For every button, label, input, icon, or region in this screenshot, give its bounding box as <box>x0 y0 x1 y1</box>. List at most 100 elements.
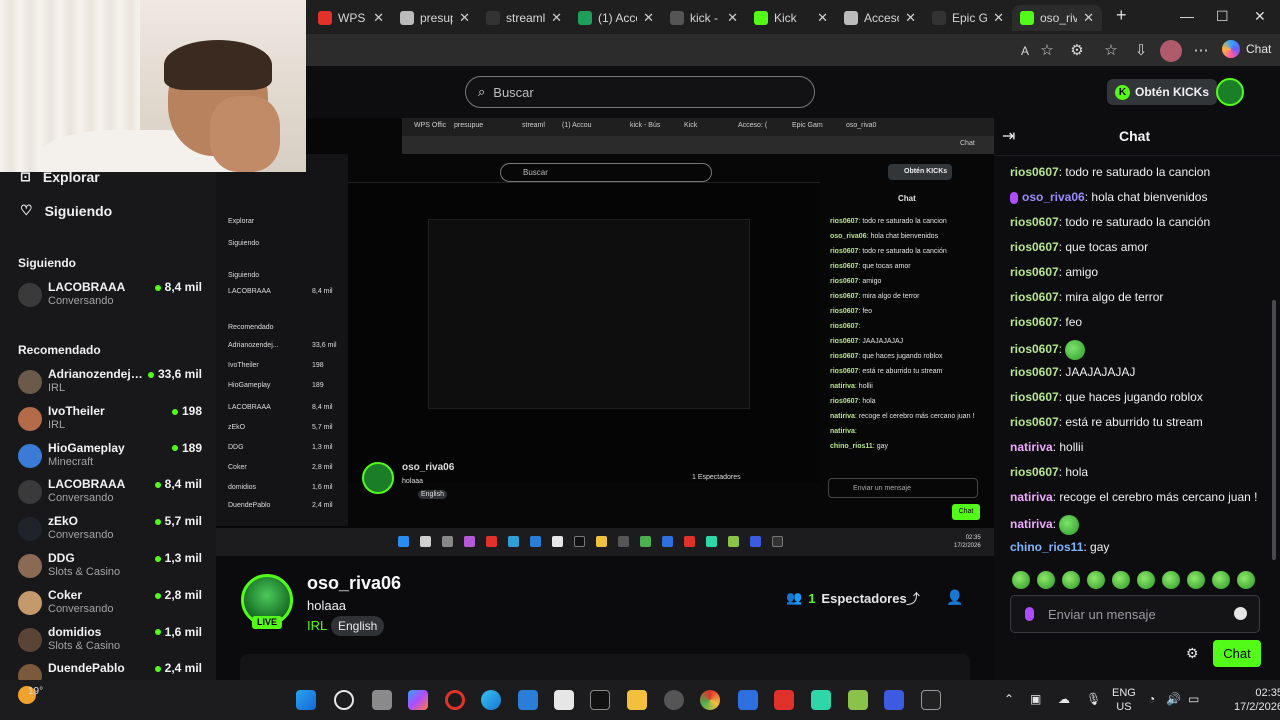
collapse-chat-icon[interactable]: ⇥ <box>1002 126 1015 146</box>
favorites-icon[interactable]: ☆ <box>1102 42 1120 60</box>
wps-icon[interactable] <box>774 690 794 710</box>
emote-icon[interactable] <box>1187 571 1205 589</box>
close-tab-icon[interactable]: ✕ <box>551 10 562 26</box>
close-window-icon[interactable]: ✕ <box>1254 8 1266 25</box>
share-icon[interactable]: ⤴ <box>906 589 920 609</box>
onedrive-icon[interactable]: ☁ <box>1058 692 1070 706</box>
app2-icon[interactable] <box>811 690 831 710</box>
streamer-name[interactable]: oso_riva06 <box>307 573 401 594</box>
tiktok-icon[interactable] <box>590 690 610 710</box>
store-icon[interactable] <box>554 690 574 710</box>
emote-icon[interactable] <box>1237 571 1255 589</box>
chat-username[interactable]: natiriva <box>1010 517 1053 531</box>
browser-tab[interactable]: WPS Offic ✕ <box>310 5 392 31</box>
close-tab-icon[interactable]: ✕ <box>905 10 916 26</box>
close-tab-icon[interactable]: ✕ <box>373 10 384 26</box>
chat-username[interactable]: rios0607 <box>1010 240 1059 254</box>
chat-username[interactable]: rios0607 <box>1010 215 1059 229</box>
emoji-picker-icon[interactable] <box>1234 607 1247 620</box>
new-tab-icon[interactable]: + <box>1116 5 1127 26</box>
sidebar-following[interactable]: ♡ Siguiendo <box>20 202 112 219</box>
copilot-button[interactable]: Chat <box>1222 40 1271 58</box>
start-icon[interactable] <box>296 690 316 710</box>
chat-username[interactable]: rios0607 <box>1010 165 1059 179</box>
chat-username[interactable]: rios0607 <box>1010 390 1059 404</box>
chat-username[interactable]: rios0607 <box>1010 415 1059 429</box>
chat-username[interactable]: oso_riva06 <box>1022 190 1085 204</box>
stream-category[interactable]: IRL <box>307 618 327 633</box>
close-tab-icon[interactable]: ✕ <box>459 10 470 26</box>
browser-tab[interactable]: streaml ✕ <box>478 5 570 31</box>
sidebar-channel[interactable]: zEkO Conversando 5,7 mil <box>18 514 204 548</box>
emote-icon[interactable] <box>1137 571 1155 589</box>
get-kicks-button[interactable]: K Obtén KICKs <box>1107 79 1218 105</box>
sidebar-channel[interactable]: domidios Slots & Casino 1,6 mil <box>18 625 204 659</box>
chat-send-button[interactable]: Chat <box>1213 640 1261 667</box>
close-tab-icon[interactable]: ✕ <box>727 10 738 26</box>
emote-icon[interactable] <box>1112 571 1130 589</box>
chat-username[interactable]: rios0607 <box>1010 265 1059 279</box>
follow-user-icon[interactable]: 👤 <box>946 589 963 606</box>
profile-avatar[interactable] <box>1160 40 1182 62</box>
sidebar-channel[interactable]: Coker Conversando 2,8 mil <box>18 588 204 622</box>
emote-icon[interactable] <box>1012 571 1030 589</box>
wifi-icon[interactable]: ◔ <box>1148 692 1155 706</box>
chat-username[interactable]: rios0607 <box>1010 290 1059 304</box>
chat-username[interactable]: natiriva <box>1010 440 1053 454</box>
browser-tab[interactable]: Kick ✕ <box>746 5 836 31</box>
close-tab-icon[interactable]: ✕ <box>993 10 1004 26</box>
chat-username[interactable]: natiriva <box>1010 490 1053 504</box>
app3-icon[interactable] <box>848 690 868 710</box>
maximize-icon[interactable]: ☐ <box>1216 8 1229 25</box>
system-clock[interactable]: 02:35 17/2/2026 <box>1234 686 1280 714</box>
stream-video-player[interactable]: WPS Offic presupue streaml (1) Accou kic… <box>216 118 994 556</box>
chrome-icon[interactable] <box>700 690 720 710</box>
sidebar-channel[interactable]: HioGameplay Minecraft 189 <box>18 441 204 475</box>
app4-icon[interactable] <box>884 690 904 710</box>
search-taskbar-icon[interactable] <box>334 690 354 710</box>
extensions-icon[interactable]: ⚙ <box>1068 42 1086 60</box>
close-tab-icon[interactable]: ✕ <box>643 10 654 26</box>
more-menu-icon[interactable]: ⋯ <box>1192 42 1210 60</box>
sidebar-channel[interactable]: LACOBRAAA Conversando 8,4 mil <box>18 280 204 314</box>
emote-icon[interactable] <box>1062 571 1080 589</box>
task-view-icon[interactable] <box>372 690 392 710</box>
emote-icon[interactable] <box>1037 571 1055 589</box>
microphone-tray-icon[interactable]: 🎙 <box>1086 692 1101 706</box>
volume-icon[interactable]: 🔊 <box>1166 692 1181 706</box>
opera-icon[interactable] <box>445 690 465 710</box>
browser-tab[interactable]: presupue ✕ <box>392 5 478 31</box>
chat-username[interactable]: chino_rios11 <box>1010 540 1083 554</box>
copilot-taskbar-icon[interactable] <box>408 690 428 710</box>
battery-icon[interactable]: ▭ <box>1188 692 1199 706</box>
user-avatar[interactable] <box>1216 78 1244 106</box>
emote-icon[interactable] <box>1162 571 1180 589</box>
epic-games-icon[interactable] <box>921 690 941 710</box>
file-explorer-icon[interactable] <box>627 690 647 710</box>
app-icon[interactable] <box>518 690 538 710</box>
edge-icon[interactable] <box>481 690 501 710</box>
downloads-icon[interactable]: ⇩ <box>1132 42 1150 60</box>
emote-icon[interactable] <box>1087 571 1105 589</box>
steam-icon[interactable] <box>664 690 684 710</box>
chat-username[interactable]: rios0607 <box>1010 365 1059 379</box>
sidebar-channel[interactable]: DDG Slots & Casino 1,3 mil <box>18 551 204 585</box>
browser-tab[interactable]: kick - Bús ✕ <box>662 5 746 31</box>
search-input[interactable]: ⌕ Buscar <box>465 76 815 108</box>
language-indicator[interactable]: ENG US <box>1112 686 1136 714</box>
emote-icon[interactable] <box>1212 571 1230 589</box>
sidebar-channel[interactable]: IvoTheiler IRL 198 <box>18 404 204 438</box>
browser-tab[interactable]: oso_riva0 ✕ <box>1012 5 1102 31</box>
weather-widget[interactable]: 19° <box>18 686 43 704</box>
close-tab-icon[interactable]: ✕ <box>1083 10 1094 26</box>
browser-tab[interactable]: Acceso: (✕ <box>836 5 924 31</box>
chat-username[interactable]: rios0607 <box>1010 315 1059 329</box>
chat-input[interactable]: Enviar un mensaje <box>1010 595 1260 633</box>
dropbox-icon[interactable] <box>738 690 758 710</box>
stream-tag[interactable]: English <box>331 616 385 636</box>
close-tab-icon[interactable]: ✕ <box>817 10 828 26</box>
read-aloud-icon[interactable]: A <box>1016 42 1034 60</box>
sidebar-channel[interactable]: LACOBRAAA Conversando 8,4 mil <box>18 477 204 511</box>
chat-username[interactable]: rios0607 <box>1010 342 1059 356</box>
browser-tab[interactable]: Epic Gam ✕ <box>924 5 1012 31</box>
